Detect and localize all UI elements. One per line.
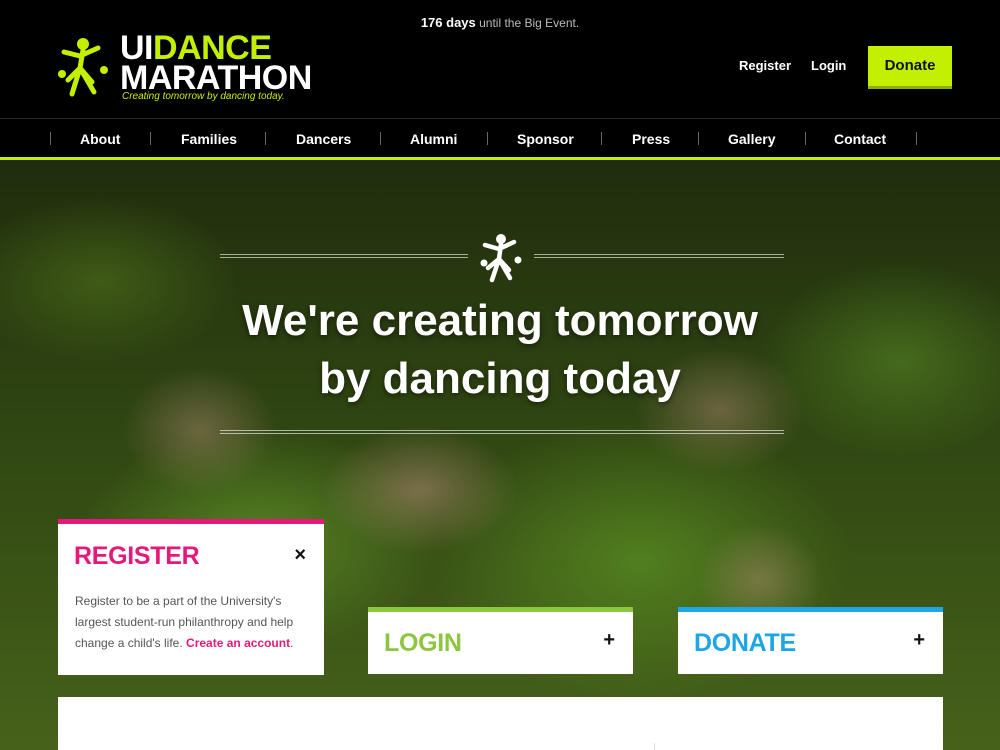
hero-rule-right bbox=[534, 254, 784, 258]
nav-separator bbox=[805, 132, 806, 145]
nav-item-about[interactable]: About bbox=[80, 131, 120, 147]
login-card[interactable]: LOGIN + bbox=[368, 607, 633, 674]
hero-headline-line1: We're creating tomorrow bbox=[242, 296, 758, 345]
register-link[interactable]: Register bbox=[739, 58, 791, 73]
register-card-period: . bbox=[290, 636, 294, 650]
logo-marathon: MARATHON bbox=[120, 59, 312, 97]
countdown-suffix: until the Big Event. bbox=[479, 16, 580, 30]
nav-separator bbox=[50, 132, 51, 145]
donate-card-title: DONATE bbox=[694, 629, 796, 657]
donate-card[interactable]: DONATE + bbox=[678, 607, 943, 674]
dancer-emblem-icon bbox=[480, 234, 522, 283]
register-card: REGISTER × Register to be a part of the … bbox=[58, 519, 324, 675]
countdown-days: 176 days bbox=[420, 15, 476, 30]
nav-item-alumni[interactable]: Alumni bbox=[410, 131, 457, 147]
nav-item-dancers[interactable]: Dancers bbox=[296, 131, 351, 147]
nav-item-sponsor[interactable]: Sponsor bbox=[517, 131, 574, 147]
nav-item-contact[interactable]: Contact bbox=[834, 131, 886, 147]
hero-rule-bottom bbox=[220, 430, 784, 434]
nav-item-families[interactable]: Families bbox=[181, 131, 237, 147]
nav-item-press[interactable]: Press bbox=[632, 131, 670, 147]
login-link[interactable]: Login bbox=[811, 58, 846, 73]
create-account-link[interactable]: Create an account bbox=[186, 636, 290, 650]
dancer-logo-icon bbox=[50, 34, 116, 100]
register-card-title: REGISTER bbox=[74, 542, 200, 570]
site-header: 176 days until the Big Event. UIDANCE MA… bbox=[0, 0, 1000, 118]
logo-tagline: Creating tomorrow by dancing today. bbox=[122, 91, 285, 102]
plus-icon[interactable]: + bbox=[913, 629, 925, 652]
site-logo[interactable]: UIDANCE MARATHON Creating tomorrow by da… bbox=[50, 30, 312, 104]
login-card-title: LOGIN bbox=[384, 629, 462, 657]
nav-separator bbox=[916, 132, 917, 145]
main-nav: About Families Dancers Alumni Sponsor Pr… bbox=[0, 118, 1000, 160]
nav-separator bbox=[265, 132, 266, 145]
nav-separator bbox=[487, 132, 488, 145]
panel-divider bbox=[654, 743, 655, 750]
hero-headline-line2: by dancing today bbox=[319, 354, 681, 403]
countdown: 176 days until the Big Event. bbox=[0, 15, 1000, 30]
hero-headline: We're creating tomorrow by dancing today bbox=[0, 292, 1000, 408]
nav-separator bbox=[380, 132, 381, 145]
close-icon[interactable]: × bbox=[294, 544, 306, 567]
plus-icon[interactable]: + bbox=[603, 629, 615, 652]
nav-separator bbox=[150, 132, 151, 145]
hero-rule-left bbox=[220, 254, 468, 258]
nav-separator bbox=[698, 132, 699, 145]
nav-item-gallery[interactable]: Gallery bbox=[728, 131, 775, 147]
register-card-text: Register to be a part of the University'… bbox=[75, 591, 315, 654]
donate-button[interactable]: Donate bbox=[868, 46, 952, 89]
nav-separator bbox=[601, 132, 602, 145]
content-panel bbox=[58, 697, 943, 750]
